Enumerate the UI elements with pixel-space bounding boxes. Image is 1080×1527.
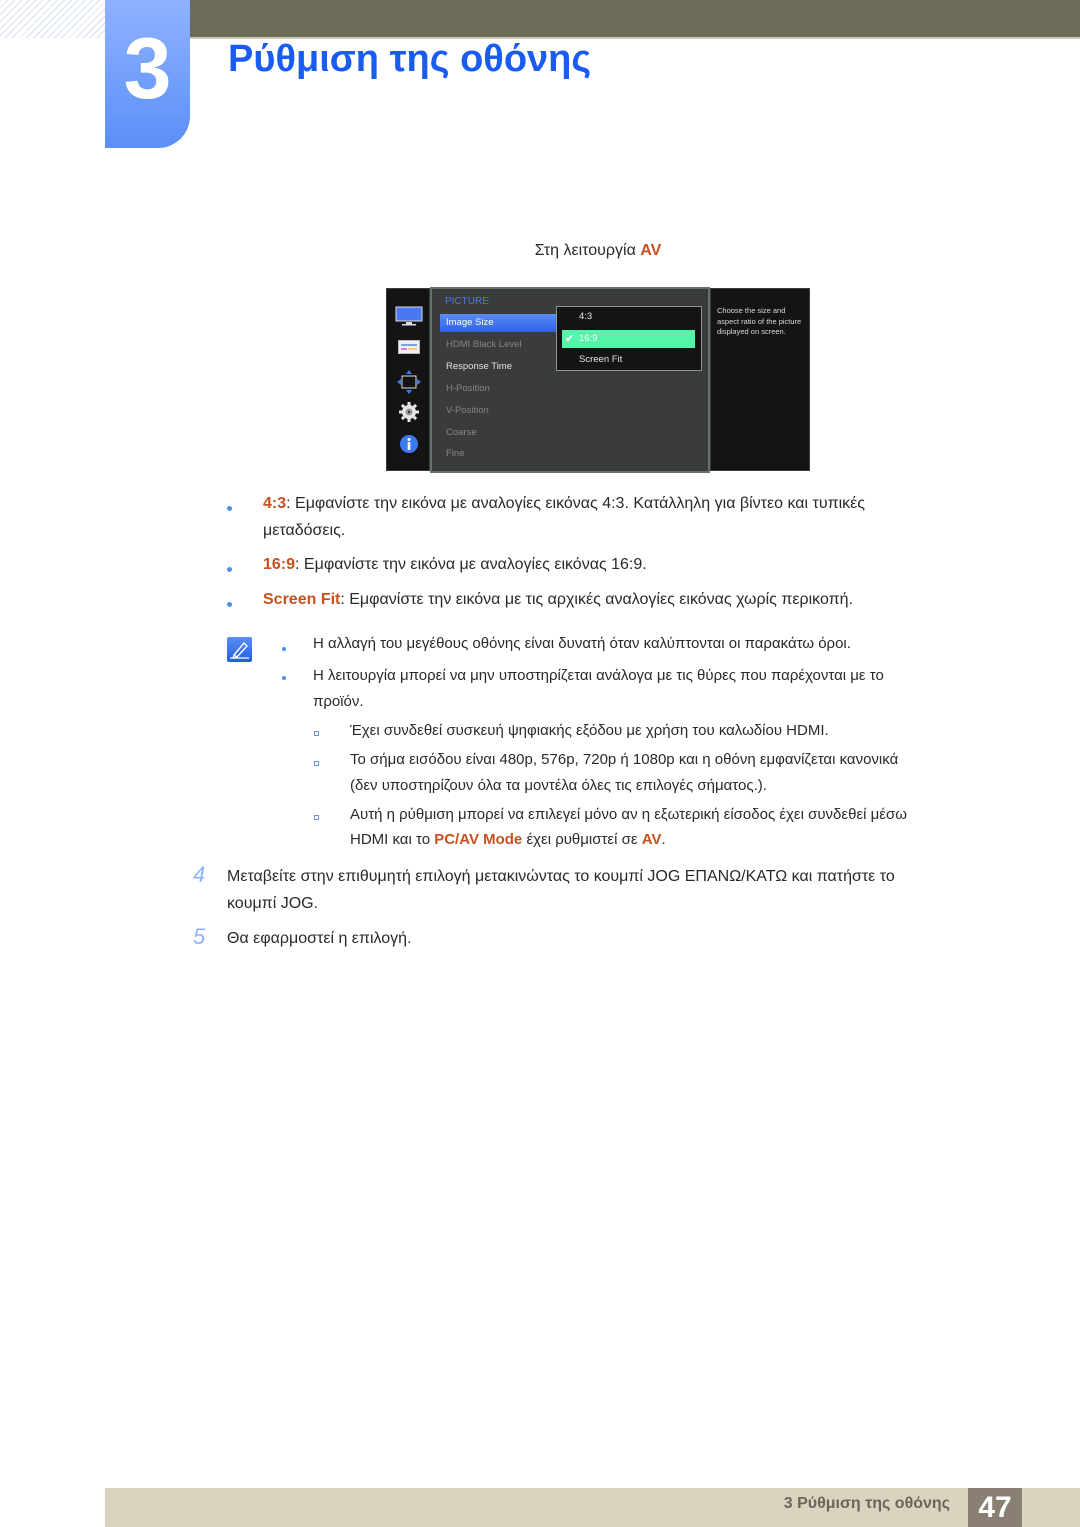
step-text-cont: κουμπί JOG. bbox=[227, 895, 319, 912]
checkmark-icon: ✔ bbox=[565, 333, 575, 345]
osd-option-4-3[interactable]: 4:3 bbox=[562, 308, 695, 326]
note-item: Η αλλαγή του μεγέθους οθόνης είναι δυνατ… bbox=[313, 635, 851, 652]
note-subitem-cont: HDMI και το PC/AV Mode έχει ρυθμιστεί σε… bbox=[350, 826, 666, 853]
osd-item-coarse[interactable]: Coarse bbox=[440, 424, 558, 442]
osd-menu-title: PICTURE bbox=[445, 296, 489, 307]
bullet-text: : Εμφανίστε την εικόνα με τις αρχικές αν… bbox=[340, 591, 854, 608]
info-icon[interactable] bbox=[387, 434, 431, 454]
decorative-hatch bbox=[0, 0, 105, 38]
osd-option-screen-fit[interactable]: Screen Fit bbox=[562, 351, 695, 369]
bullet-icon bbox=[282, 647, 286, 651]
note-subitem: Το σήμα εισόδου είναι 480p, 576p, 720p ή… bbox=[350, 751, 899, 768]
bullet-term: Screen Fit bbox=[263, 591, 341, 608]
figure-caption: Στη λειτουργία AV bbox=[0, 242, 1080, 260]
step-text: Μεταβείτε στην επιθυμητή επιλογή μετακιν… bbox=[227, 868, 895, 885]
osd-item-response-time[interactable]: Response Time bbox=[440, 358, 558, 376]
osd-option-16-9[interactable]: ✔ 16:9 bbox=[562, 330, 695, 348]
picture-settings-icon[interactable] bbox=[387, 340, 431, 354]
note-subitem: Έχει συνδεθεί συσκευή ψηφιακής εξόδου με… bbox=[350, 722, 829, 739]
bullet-4-3: 4:3: Εμφανίστε την εικόνα με αναλογίες ε… bbox=[263, 490, 983, 517]
square-bullet-icon bbox=[314, 761, 319, 766]
caption-accent: AV bbox=[640, 242, 662, 259]
step-number: 5 bbox=[193, 924, 206, 949]
square-bullet-icon bbox=[314, 815, 319, 820]
text-segment: HDMI και το bbox=[350, 831, 435, 848]
page-number: 47 bbox=[968, 1488, 1022, 1527]
gear-icon[interactable] bbox=[387, 402, 431, 422]
note-item-cont: προϊόν. bbox=[313, 693, 364, 710]
bullet-icon bbox=[282, 676, 286, 680]
bullet-icon bbox=[227, 506, 232, 511]
bullet-term: 4:3 bbox=[263, 495, 287, 512]
osd-item-fine[interactable]: Fine bbox=[440, 445, 558, 463]
note-subitem: Αυτή η ρύθμιση μπορεί να επιλεγεί μόνο α… bbox=[350, 806, 907, 823]
step-text: Θα εφαρμοστεί η επιλογή. bbox=[227, 930, 412, 947]
osd-icon-column bbox=[386, 288, 430, 471]
bullet-icon bbox=[227, 567, 232, 572]
bullet-16-9: 16:9: Εμφανίστε την εικόνα με αναλογίες … bbox=[263, 551, 647, 578]
osd-item-image-size[interactable]: Image Size bbox=[440, 314, 558, 332]
square-bullet-icon bbox=[314, 731, 319, 736]
osd-item-h-position[interactable]: H-Position bbox=[440, 380, 558, 398]
position-arrows-icon[interactable] bbox=[387, 369, 431, 395]
bullet-4-3-cont: μεταδόσεις. bbox=[263, 522, 346, 539]
header-bar bbox=[190, 0, 1080, 39]
note-subitem-cont: (δεν υποστηρίζουν όλα τα μοντέλα όλες τι… bbox=[350, 777, 767, 794]
bullet-screen-fit: Screen Fit: Εμφανίστε την εικόνα με τις … bbox=[263, 586, 853, 613]
chapter-title: Ρύθμιση της οθόνης bbox=[228, 38, 592, 80]
monitor-icon[interactable] bbox=[387, 306, 431, 326]
pc-av-mode-term: PC/AV Mode bbox=[434, 831, 523, 848]
note-item: Η λειτουργία μπορεί να μην υποστηρίζεται… bbox=[313, 667, 884, 684]
text-segment: . bbox=[661, 831, 666, 848]
osd-item-v-position[interactable]: V-Position bbox=[440, 402, 558, 420]
osd-item-hdmi-black-level[interactable]: HDMI Black Level bbox=[440, 336, 558, 354]
text-segment: έχει ρυθμιστεί σε bbox=[522, 831, 642, 848]
bullet-icon bbox=[227, 602, 232, 607]
caption-text: Στη λειτουργία bbox=[534, 242, 641, 259]
step-number: 4 bbox=[193, 862, 206, 887]
osd-option-label: 16:9 bbox=[579, 333, 598, 344]
bullet-term: 16:9 bbox=[263, 556, 296, 573]
bullet-text: : Εμφανίστε την εικόνα με αναλογίες εικό… bbox=[286, 495, 866, 512]
bullet-text: : Εμφανίστε την εικόνα με αναλογίες εικό… bbox=[295, 556, 647, 573]
osd-help-panel: Choose the size and aspect ratio of the … bbox=[710, 288, 810, 471]
note-pencil-icon bbox=[227, 637, 252, 662]
footer-chapter-title: 3 Ρύθμιση της οθόνης bbox=[783, 1495, 950, 1512]
chapter-number-tab: 3 bbox=[105, 0, 190, 148]
av-term: AV bbox=[641, 831, 662, 848]
osd-image-size-submenu: 4:3 ✔ 16:9 Screen Fit bbox=[556, 306, 702, 371]
